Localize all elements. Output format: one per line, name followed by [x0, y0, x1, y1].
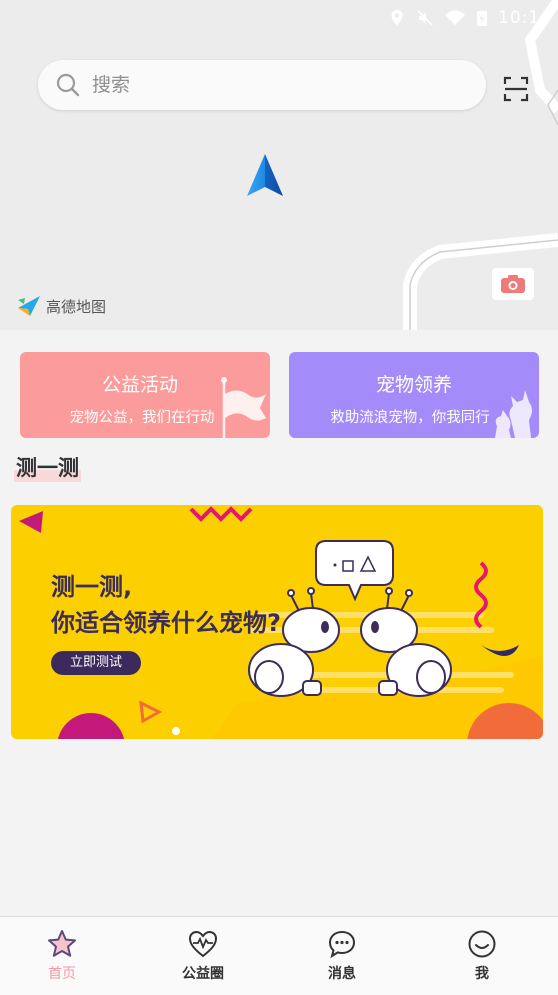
scan-icon[interactable] [503, 76, 529, 102]
star-icon [48, 930, 76, 957]
status-time: 10:14 [498, 8, 552, 28]
tab-charity-label: 公益圈 [182, 966, 224, 982]
banner-headline-1: 测一测, [51, 573, 133, 601]
amap-logo: 高德地图 [16, 292, 106, 320]
mute-icon [417, 10, 433, 26]
search-bar[interactable] [38, 60, 486, 110]
tab-home-label: 首页 [48, 966, 76, 982]
charity-card-title: 公益活动 [101, 374, 178, 396]
tab-me-label: 我 [475, 966, 489, 982]
heart-pulse-icon [188, 930, 218, 958]
adoption-card-title: 宠物领养 [375, 374, 452, 396]
pet-adoption-card[interactable]: 宠物领养 救助流浪宠物，你我同行 [289, 352, 539, 438]
tab-me[interactable]: 我 [422, 917, 542, 995]
wifi-icon [445, 10, 465, 25]
amap-logo-text: 高德地图 [46, 297, 107, 316]
search-icon [56, 73, 80, 97]
charity-card-subtitle: 宠物公益，我们在行动 [69, 410, 215, 426]
chat-bubble-icon [328, 930, 356, 959]
location-arrow-icon [247, 154, 283, 196]
status-bar: 10:14 [372, 0, 558, 36]
bottom-nav: 首页 公益圈 消息 我 [0, 916, 558, 995]
tab-messages-label: 消息 [328, 966, 356, 982]
adoption-card-subtitle: 救助流浪宠物，你我同行 [330, 410, 490, 426]
tab-messages[interactable]: 消息 [282, 917, 402, 995]
camera-icon [501, 275, 525, 293]
charity-activity-card[interactable]: 公益活动 宠物公益，我们在行动 [20, 352, 270, 438]
search-input[interactable] [90, 73, 454, 97]
section-title: 测一测 [14, 452, 81, 482]
banner-headline-2: 你适合领养什么宠物? [51, 609, 281, 637]
tab-charity-circle[interactable]: 公益圈 [143, 917, 263, 995]
start-test-button[interactable]: 立即测试 [51, 651, 141, 675]
location-icon [391, 10, 403, 26]
camera-button[interactable] [492, 268, 534, 300]
tab-home[interactable]: 首页 [2, 917, 122, 995]
smiley-icon [468, 930, 496, 958]
battery-charging-icon [477, 11, 487, 26]
map-view[interactable]: 10:14 搜索 高德地图 [0, 0, 558, 330]
pet-quiz-banner[interactable]: 测一测, 你适合领养什么宠物? 立即测试 [11, 505, 543, 739]
amap-logo-icon [18, 296, 40, 316]
